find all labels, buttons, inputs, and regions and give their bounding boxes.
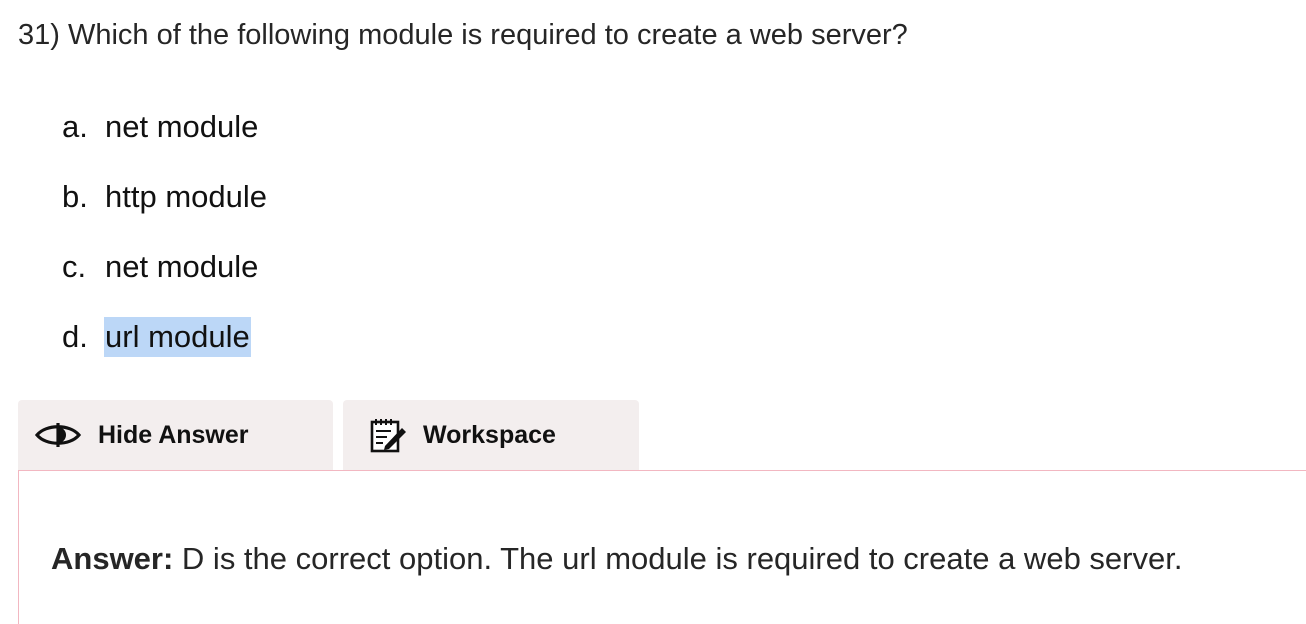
notepad-pencil-icon xyxy=(369,416,407,454)
answer-panel: Answer: D is the correct option. The url… xyxy=(18,470,1306,624)
answer-explanation: D is the correct option. The url module … xyxy=(173,541,1183,576)
option-letter: a. xyxy=(62,109,88,144)
answer-label: Answer: xyxy=(51,541,174,576)
option-letter: b. xyxy=(62,179,88,214)
option-text-selected: url module xyxy=(104,317,251,357)
workspace-label: Workspace xyxy=(423,420,556,449)
answer-text: Answer: D is the correct option. The url… xyxy=(51,541,1182,577)
option-text: net module xyxy=(105,249,259,284)
option-text: http module xyxy=(105,179,267,214)
quiz-page: 31) Which of the following module is req… xyxy=(0,0,1306,624)
option-letter: c. xyxy=(62,249,87,284)
option-c[interactable]: c. net module xyxy=(62,244,268,290)
question-text: 31) Which of the following module is req… xyxy=(18,19,908,51)
option-d[interactable]: d. url module xyxy=(62,314,268,360)
hide-answer-label: Hide Answer xyxy=(98,420,249,449)
workspace-button[interactable]: Workspace xyxy=(343,400,639,470)
option-text: net module xyxy=(105,109,259,144)
option-a[interactable]: a. net module xyxy=(62,104,268,150)
hide-answer-button[interactable]: Hide Answer xyxy=(18,400,333,470)
option-letter: d. xyxy=(62,319,88,354)
option-b[interactable]: b. http module xyxy=(62,174,268,220)
option-list: a. net module b. http module c. net modu… xyxy=(62,104,268,360)
eye-icon xyxy=(34,420,82,450)
